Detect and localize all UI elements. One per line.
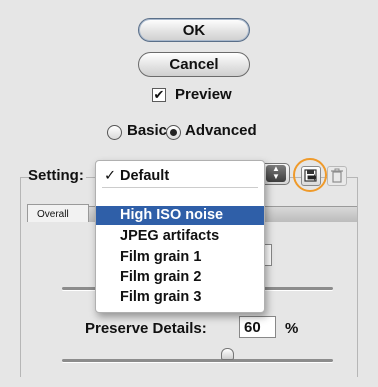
menu-item-label: Film grain 1	[120, 249, 202, 265]
menu-item-label: High ISO noise	[120, 207, 224, 223]
menu-separator	[102, 187, 258, 188]
preserve-details-unit: %	[285, 320, 299, 337]
cancel-button-label: Cancel	[169, 56, 219, 73]
preserve-details-slider[interactable]	[62, 359, 333, 362]
ok-button-label: OK	[182, 21, 206, 39]
settings-label: Setting:	[28, 167, 86, 184]
basic-radio[interactable]	[107, 125, 122, 140]
menu-item[interactable]: JPEG artifacts	[96, 227, 264, 246]
preserve-details-thumb[interactable]	[221, 348, 234, 360]
tab-overall[interactable]: Overall	[27, 204, 89, 222]
preserve-details-label: Preserve Details:	[85, 320, 207, 337]
highlight-ring	[293, 158, 327, 192]
menu-item[interactable]: Film grain 3	[96, 288, 264, 307]
advanced-radio[interactable]	[166, 125, 181, 140]
tab-overall-label: Overall	[37, 209, 69, 220]
menu-item-label: Default	[120, 168, 170, 184]
menu-item-label: Film grain 2	[120, 269, 202, 285]
delete-settings-button[interactable]	[327, 166, 347, 186]
ok-button[interactable]: OK	[138, 18, 250, 42]
cancel-button[interactable]: Cancel	[138, 52, 250, 77]
menu-item[interactable]: Film grain 2	[96, 268, 264, 287]
preview-checkbox[interactable]: ✔	[152, 88, 166, 102]
menu-item-default[interactable]: ✓ Default	[96, 167, 264, 186]
menu-item[interactable]: Film grain 1	[96, 248, 264, 267]
menu-item[interactable]: High ISO noise	[96, 206, 264, 225]
checkmark-icon: ✓	[104, 168, 117, 184]
menu-item-label: JPEG artifacts	[120, 228, 220, 244]
preserve-details-input[interactable]: 60	[239, 316, 276, 338]
menu-item-label: Film grain 3	[120, 289, 202, 305]
preview-label: Preview	[175, 86, 232, 103]
delete-settings-icon	[331, 168, 343, 183]
basic-label: Basic	[127, 122, 168, 139]
advanced-label: Advanced	[185, 122, 257, 139]
settings-menu: ✓ Default High ISO noise JPEG artifacts …	[95, 160, 265, 313]
popup-arrows-icon: ▲ ▼	[266, 165, 286, 182]
